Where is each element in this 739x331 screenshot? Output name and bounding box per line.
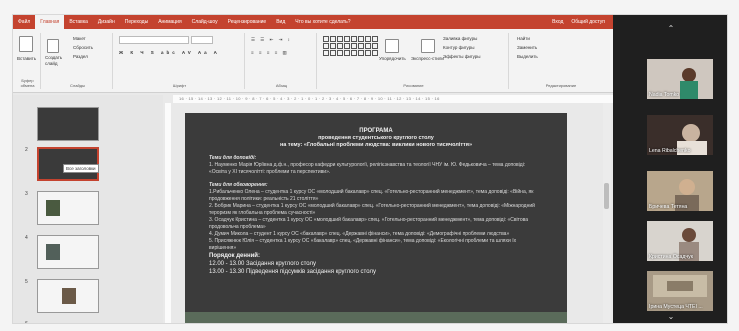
slide-title: ПРОГРАМА [359, 128, 393, 134]
participant-name: Кристина Осадчук [649, 254, 693, 260]
tab-design[interactable]: Дизайн [93, 19, 120, 25]
shape-effects-button[interactable]: Эффекты фигуры [443, 53, 481, 61]
paragraph: 4. Думич Микола – студент 1 курсу ОС «ба… [209, 231, 510, 237]
group-slides: Создать слайд Макет Сбросить Раздел Слай… [43, 33, 113, 89]
participant-name: Бричева Тетяна [649, 204, 688, 210]
tab-home[interactable]: Главная [35, 15, 65, 29]
paragraph: 1. Науменко Марія Юріївна д.ф.н., профес… [209, 162, 526, 175]
powerpoint-window: Файл Главная Вставка Дизайн Переходы Ани… [13, 15, 613, 324]
font-size-box[interactable] [191, 36, 213, 44]
chevron-up-icon[interactable]: ⌃ [665, 25, 677, 33]
group-paragraph: ☰ ☰ ⇤ ⇥ ↕ ≡ ≡ ≡ ≡ ▥ Абзац [247, 33, 317, 89]
tab-slideshow[interactable]: Слайд-шоу [187, 19, 223, 25]
participant-name: Lena Ribalchenko [649, 148, 691, 154]
agenda-item: 12.00 - 13.00 Засідання круглого столу [209, 261, 317, 267]
thumbnail-tooltip: Все заголовки [63, 164, 99, 173]
group-font: Ж К Ч S abc AV Aa A Шрифт [115, 33, 245, 89]
new-slide-icon[interactable] [47, 38, 59, 53]
group-editing: Найти Заменить Выделить Редактирование [511, 33, 611, 89]
tab-view[interactable]: Вид [271, 19, 290, 25]
shape-outline-button[interactable]: Контур фигуры [443, 44, 474, 52]
participant-name: Ірина Мустеца ЧТЕІ ... [649, 304, 703, 310]
vertical-scrollbar[interactable] [603, 103, 611, 323]
participant-tile[interactable]: Lena Ribalchenko [647, 115, 713, 155]
group-label-editing: Редактирование [545, 83, 577, 88]
section-heading: Теми для обговорення: [209, 182, 268, 188]
group-drawing: Упорядочить Экспресс-стили Заливка фигур… [319, 33, 509, 89]
vertical-ruler [165, 103, 171, 323]
slide-thumbnail[interactable] [37, 191, 99, 225]
section-button[interactable]: Раздел [73, 53, 88, 61]
agenda-heading: Порядок денний: [209, 253, 260, 259]
reset-button[interactable]: Сбросить [73, 44, 93, 52]
group-label-paragraph: Абзац [275, 83, 288, 88]
group-clipboard: Вставить Буфер обмена [15, 33, 41, 89]
tell-me-search[interactable]: Что вы хотите сделать? [290, 19, 355, 25]
chevron-down-icon[interactable]: ⌄ [665, 313, 677, 321]
paste-button[interactable]: Вставить [15, 55, 40, 63]
slide-subtitle: проведення студентського круглого столу [318, 135, 434, 141]
share-button[interactable]: Общий доступ [571, 19, 605, 25]
sign-in-link[interactable]: Вход [552, 19, 563, 25]
find-button[interactable]: Найти [517, 35, 530, 43]
participants-panel: ⌃ Nadia Tomko Lena Ribalchenko Бричева Т… [613, 15, 727, 323]
group-label-drawing: Рисование [403, 83, 424, 88]
photo-thumbnail-icon [62, 288, 76, 304]
layout-button[interactable]: Макет [73, 35, 86, 43]
photo-thumbnail-icon [46, 244, 60, 260]
ribbon-home: Вставить Буфер обмена Создать слайд Маке… [13, 29, 613, 93]
slide-thumbnail[interactable] [37, 279, 99, 313]
slide-thumbnail[interactable] [37, 107, 99, 141]
slide-number: 6 [25, 321, 28, 324]
group-label-slides: Слайды [70, 83, 85, 88]
font-format-buttons[interactable]: Ж К Ч S abc AV Aa A [119, 49, 220, 57]
paragraph: 3. Осадчук Кристина – студентка 1 курсу … [209, 217, 529, 230]
tab-insert[interactable]: Вставка [64, 19, 93, 25]
slide-number: 3 [25, 191, 28, 197]
slide-number: 2 [25, 147, 28, 153]
new-slide-button[interactable]: Создать слайд [45, 55, 71, 67]
tab-transitions[interactable]: Переходы [120, 19, 153, 25]
participant-tile[interactable]: Бричева Тетяна [647, 171, 713, 211]
select-button[interactable]: Выделить [517, 53, 538, 61]
slide-thumbnail[interactable] [37, 235, 99, 269]
shape-fill-button[interactable]: Заливка фигуры [443, 35, 477, 43]
arrange-button[interactable]: Упорядочить [379, 55, 406, 63]
paragraph: 5. Присяжнюк Юлія – студентка 1 курсу ОС… [209, 238, 517, 251]
tab-review[interactable]: Рецензирование [223, 19, 272, 25]
slide-canvas[interactable]: ПРОГРАМА проведення студентського кругло… [185, 113, 567, 323]
participant-name: Nadia Tomko [649, 92, 680, 98]
tab-file[interactable]: Файл [13, 19, 35, 25]
align-buttons[interactable]: ≡ ≡ ≡ ≡ ▥ [251, 49, 289, 57]
ribbon-tabs: Файл Главная Вставка Дизайн Переходы Ани… [13, 15, 613, 29]
agenda-item: 13.00 - 13.30 Підведення підсумків засід… [209, 269, 376, 275]
section-heading: Теми для доповіді: [209, 155, 257, 161]
tab-animations[interactable]: Анимация [153, 19, 186, 25]
shapes-gallery[interactable] [323, 36, 378, 56]
photo-thumbnail-icon [46, 200, 60, 216]
group-label-clipboard: Буфер обмена [20, 78, 35, 88]
slide-thumbnails-pane: 2 Все заголовки 3 4 5 6 [13, 95, 163, 324]
font-name-box[interactable] [119, 36, 189, 44]
arrange-icon[interactable] [385, 38, 399, 53]
replace-button[interactable]: Заменить [517, 44, 537, 52]
horizontal-ruler: 16 · 15 · 14 · 13 · 12 · 11 · 10 · 9 · 8… [173, 95, 613, 103]
slide-topic: на тему: «Глобальні проблеми людства: ви… [279, 142, 473, 148]
slide-footer-band [185, 312, 567, 323]
quick-styles-icon[interactable] [421, 38, 435, 53]
list-buttons[interactable]: ☰ ☰ ⇤ ⇥ ↕ [251, 36, 292, 44]
quick-styles-button[interactable]: Экспресс-стили [411, 55, 444, 63]
group-label-font: Шрифт [172, 83, 187, 88]
scrollbar-thumb[interactable] [604, 183, 609, 209]
participant-tile[interactable]: Ірина Мустеца ЧТЕІ ... [647, 271, 713, 311]
paragraph: 2. Бобрик Марина – студентка 1 курсу ОС … [209, 203, 535, 216]
paragraph: 1.Рибальченко Олена – студентка 1 курсу … [209, 189, 534, 202]
participant-tile[interactable]: Nadia Tomko [647, 59, 713, 99]
slide-number: 5 [25, 279, 28, 285]
participant-tile[interactable]: Кристина Осадчук [647, 221, 713, 261]
paste-icon[interactable] [19, 35, 33, 52]
screen-frame: Файл Главная Вставка Дизайн Переходы Ани… [12, 14, 728, 324]
slide-number: 4 [25, 235, 28, 241]
